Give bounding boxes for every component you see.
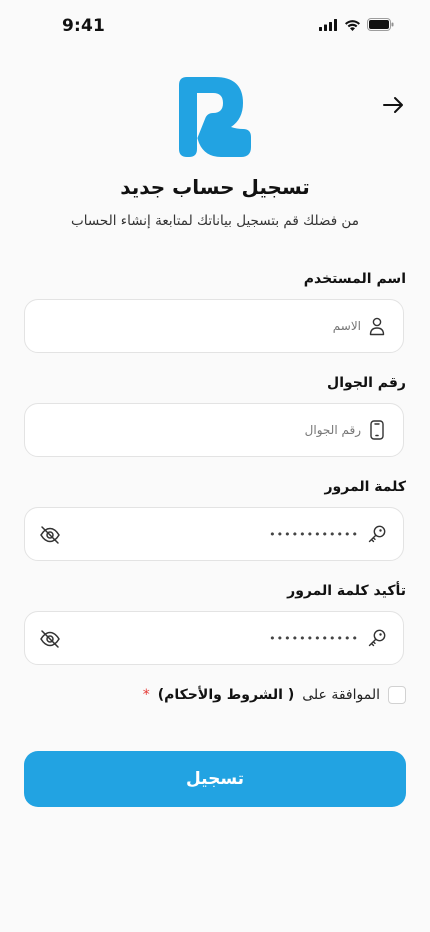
back-arrow-icon[interactable] [382,94,404,116]
eye-off-icon[interactable] [39,524,61,546]
required-mark: * [142,687,150,703]
status-icons [319,18,394,31]
user-icon [369,317,385,336]
status-bar: 9:41 [0,0,430,54]
password-value: •••••••••••• [269,528,359,541]
key-icon [368,525,386,543]
terms-link[interactable]: ( الشروط والأحكام) [158,687,294,703]
terms-text: الموافقة على [302,687,380,703]
battery-icon [367,18,394,31]
status-time: 9:41 [62,16,106,36]
phone-label: رقم الجوال [327,375,406,391]
confirm-password-label: تأكيد كلمة المرور [287,583,406,599]
confirm-password-field[interactable]: •••••••••••• [24,611,404,665]
terms-checkbox[interactable] [388,686,406,704]
username-input[interactable] [81,300,361,352]
eye-off-icon[interactable] [39,628,61,650]
register-button[interactable]: تسجيل [24,751,406,807]
page-subtitle: من فضلك قم بتسجيل بياناتك لمتابعة إنشاء … [71,213,359,229]
terms-row: الموافقة على ( الشروط والأحكام) * [143,686,406,704]
page-title: تسجيل حساب جديد [120,175,310,199]
password-field[interactable]: •••••••••••• [24,507,404,561]
key-icon [368,629,386,647]
cellular-signal-icon [319,18,337,31]
phone-field-box [24,403,404,457]
app-logo [179,77,251,157]
phone-icon [370,420,384,440]
username-field-box [24,299,404,353]
confirm-password-value: •••••••••••• [269,632,359,645]
password-label: كلمة المرور [324,479,406,495]
username-label: اسم المستخدم [303,271,406,287]
phone-input[interactable] [81,404,361,456]
wifi-icon [345,19,360,31]
